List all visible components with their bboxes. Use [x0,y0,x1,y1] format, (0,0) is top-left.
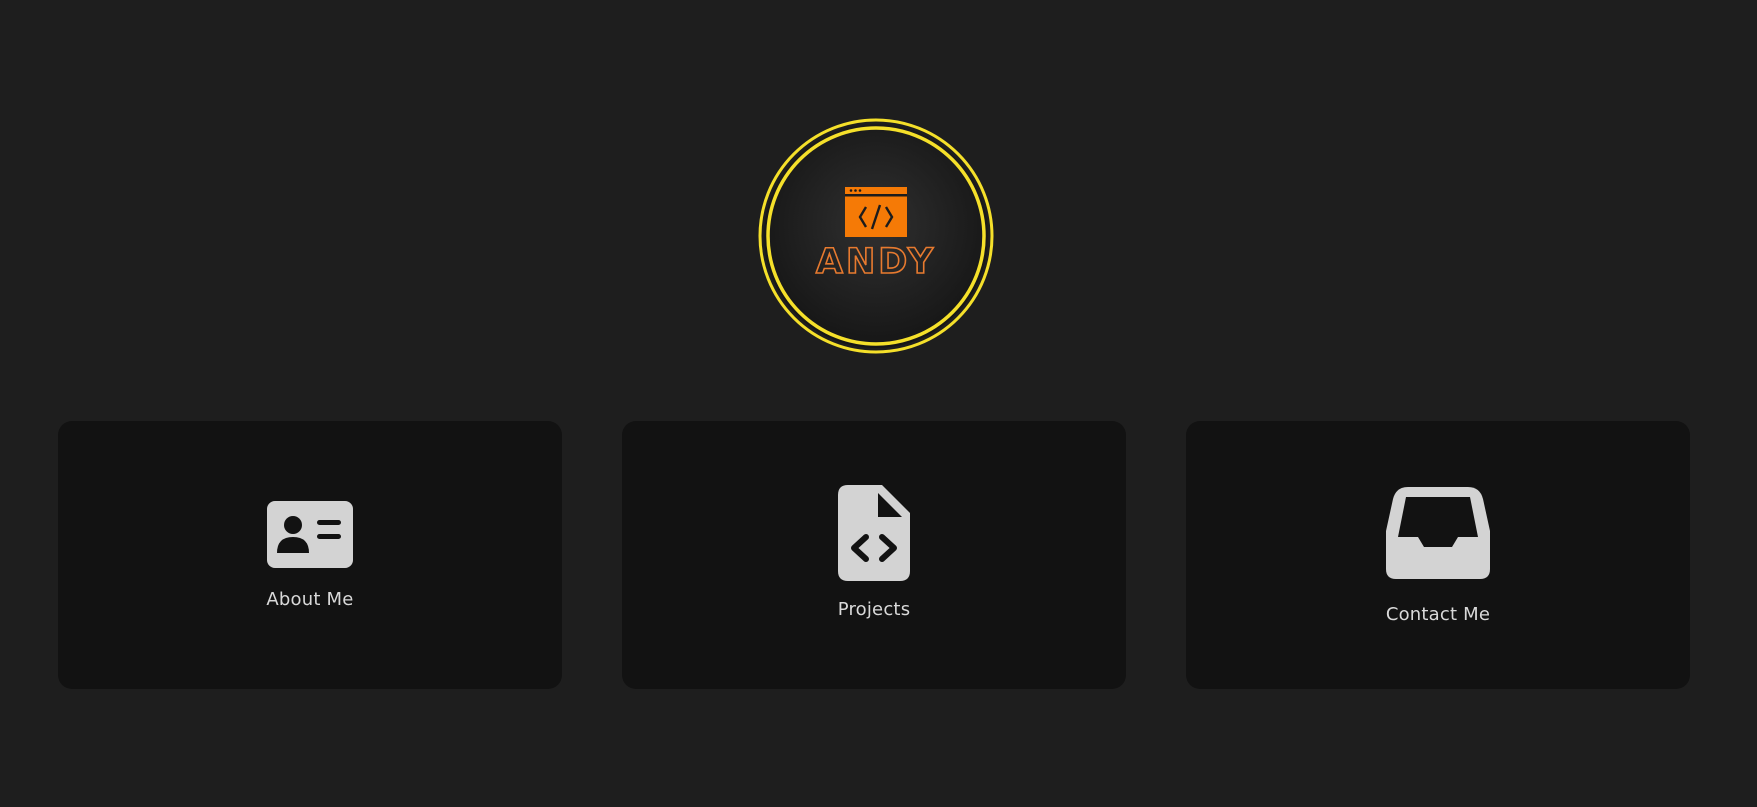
about-me-card[interactable]: About Me [58,421,562,689]
projects-label: Projects [837,599,911,620]
about-me-label: About Me [266,589,354,610]
inbox-icon [1386,487,1490,579]
logo-badge: ANDY [758,118,994,354]
file-code-icon [838,485,910,581]
contact-me-label: Contact Me [1385,604,1491,625]
brand-logo[interactable]: ANDY [756,116,996,356]
nav-cards: About Me Projects Contact Me [58,421,1690,689]
code-window-icon [845,187,907,237]
id-card-icon [267,501,353,568]
projects-card[interactable]: Projects [622,421,1126,689]
contact-me-card[interactable]: Contact Me [1186,421,1690,689]
logo-name: ANDY [816,242,936,282]
